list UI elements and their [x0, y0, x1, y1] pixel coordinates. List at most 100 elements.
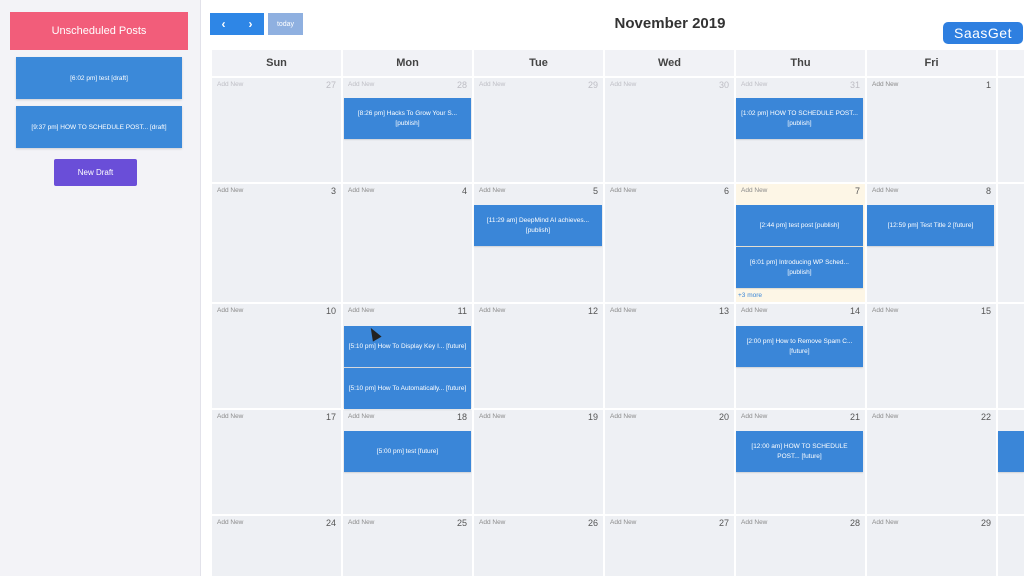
add-new-link[interactable]: Add New — [479, 307, 505, 314]
month-title: November 2019 — [614, 15, 726, 32]
calendar-day[interactable] — [998, 184, 1024, 302]
add-new-link[interactable]: Add New — [479, 81, 505, 88]
day-number: 13 — [718, 306, 729, 316]
scheduled-post[interactable]: [5:10 pm] How To Automatically... [futur… — [344, 368, 471, 409]
calendar-day[interactable]: Add New 4 — [343, 184, 472, 302]
brand-logo: SaasGet — [943, 22, 1023, 44]
scheduled-post[interactable]: [8:26 pm] Hacks To Grow Your S... [publi… — [344, 98, 471, 139]
day-number: 27 — [718, 518, 729, 528]
scheduled-post[interactable]: [6:01 pm] Introducing WP Sched... [publi… — [736, 247, 863, 288]
scheduled-post[interactable]: [5:00 pm] test [future] — [344, 431, 471, 472]
add-new-link[interactable]: Add New — [217, 307, 243, 314]
scheduled-post[interactable]: [5:10 pm] How To Display Key I... [futur… — [344, 326, 471, 367]
add-new-link[interactable]: Add New — [217, 519, 243, 526]
day-number: 25 — [456, 518, 467, 528]
draft-post[interactable]: [9:37 pm] HOW TO SCHEDULE POST... [draft… — [16, 106, 182, 148]
day-number: 8 — [985, 186, 991, 196]
add-new-link[interactable]: Add New — [872, 307, 898, 314]
day-number: 5 — [592, 186, 598, 196]
calendar-day[interactable]: Add New 30 — [605, 78, 734, 182]
scheduled-post[interactable]: [2:44 pm] test post [publish] — [736, 205, 863, 246]
calendar-day[interactable]: Add New 29 — [867, 516, 996, 576]
day-header-tue: Tue — [474, 50, 603, 76]
add-new-link[interactable]: Add New — [348, 81, 374, 88]
add-new-link[interactable]: Add New — [872, 187, 898, 194]
day-number: 21 — [849, 412, 860, 422]
calendar-day[interactable]: Add New 20 — [605, 410, 734, 514]
calendar-day[interactable]: Add New 28 — [736, 516, 865, 576]
next-month-button[interactable]: › — [237, 13, 264, 35]
calendar-day[interactable]: Add New 3 — [212, 184, 341, 302]
day-header-thu: Thu — [736, 50, 865, 76]
calendar-day[interactable]: Add New 27 — [212, 78, 341, 182]
day-number: 12 — [587, 306, 598, 316]
draft-post[interactable]: [6:02 pm] test [draft] — [16, 57, 182, 99]
add-new-link[interactable]: Add New — [479, 187, 505, 194]
add-new-link[interactable]: Add New — [479, 413, 505, 420]
day-number: 22 — [980, 412, 991, 422]
add-new-link[interactable]: Add New — [610, 307, 636, 314]
calendar-day[interactable] — [998, 78, 1024, 182]
new-draft-button[interactable]: New Draft — [54, 159, 137, 186]
day-number: 19 — [587, 412, 598, 422]
day-number: 10 — [325, 306, 336, 316]
calendar-day[interactable]: Add New 29 — [474, 78, 603, 182]
more-posts-link[interactable]: +3 more — [738, 292, 762, 299]
day-number: 4 — [461, 186, 467, 196]
add-new-link[interactable]: Add New — [610, 187, 636, 194]
scheduled-post[interactable]: [12:00 am] HOW TO SCHEDULE POST... [futu… — [736, 431, 863, 472]
add-new-link[interactable]: Add New — [348, 187, 374, 194]
add-new-link[interactable]: Add New — [872, 81, 898, 88]
chevron-left-icon: ‹ — [221, 17, 226, 31]
add-new-link[interactable]: Add New — [348, 307, 374, 314]
day-number: 11 — [457, 306, 467, 316]
add-new-link[interactable]: Add New — [741, 187, 767, 194]
day-number: 27 — [325, 80, 336, 90]
add-new-link[interactable]: Add New — [610, 519, 636, 526]
calendar-day[interactable]: Add New 25 — [343, 516, 472, 576]
add-new-link[interactable]: Add New — [741, 413, 767, 420]
today-button[interactable]: today — [268, 13, 303, 35]
add-new-link[interactable]: Add New — [741, 81, 767, 88]
calendar-day[interactable]: Add New 26 — [474, 516, 603, 576]
calendar-day[interactable]: Add New 13 — [605, 304, 734, 408]
add-new-link[interactable]: Add New — [610, 413, 636, 420]
add-new-link[interactable]: Add New — [217, 187, 243, 194]
calendar-day[interactable]: Add New 12 — [474, 304, 603, 408]
add-new-link[interactable]: Add New — [741, 307, 767, 314]
scheduled-post-partial[interactable] — [998, 431, 1024, 472]
calendar-day[interactable]: Add New 27 — [605, 516, 734, 576]
calendar-day[interactable]: Add New 1 — [867, 78, 996, 182]
scheduled-post[interactable]: [11:29 am] DeepMind AI achieves... [publ… — [474, 205, 602, 246]
add-new-link[interactable]: Add New — [872, 519, 898, 526]
calendar-day[interactable]: Add New 6 — [605, 184, 734, 302]
prev-month-button[interactable]: ‹ — [210, 13, 237, 35]
calendar-day[interactable]: Add New 15 — [867, 304, 996, 408]
day-number: 15 — [980, 306, 991, 316]
calendar-day[interactable]: Add New 10 — [212, 304, 341, 408]
calendar-day[interactable]: Add New 19 — [474, 410, 603, 514]
day-number: 1 — [985, 80, 991, 90]
calendar-day[interactable]: Add New 17 — [212, 410, 341, 514]
add-new-link[interactable]: Add New — [217, 81, 243, 88]
add-new-link[interactable]: Add New — [610, 81, 636, 88]
scheduled-post[interactable]: [12:59 pm] Test Title 2 [future] — [867, 205, 994, 246]
day-header-sat — [998, 50, 1024, 76]
add-new-link[interactable]: Add New — [348, 413, 374, 420]
scheduled-post[interactable]: [2:00 pm] How to Remove Spam C... [futur… — [736, 326, 863, 367]
add-new-link[interactable]: Add New — [479, 519, 505, 526]
add-new-link[interactable]: Add New — [348, 519, 374, 526]
day-number: 30 — [718, 80, 729, 90]
calendar-day[interactable]: Add New 22 — [867, 410, 996, 514]
add-new-link[interactable]: Add New — [872, 413, 898, 420]
calendar-day[interactable]: Add New 24 — [212, 516, 341, 576]
calendar-day[interactable] — [998, 304, 1024, 408]
day-number: 29 — [587, 80, 598, 90]
day-number: 14 — [849, 306, 860, 316]
day-number: 3 — [330, 186, 336, 196]
day-number: 26 — [587, 518, 598, 528]
add-new-link[interactable]: Add New — [217, 413, 243, 420]
scheduled-post[interactable]: [1:02 pm] HOW TO SCHEDULE POST... [publi… — [736, 98, 863, 139]
calendar-day[interactable] — [998, 516, 1024, 576]
add-new-link[interactable]: Add New — [741, 519, 767, 526]
